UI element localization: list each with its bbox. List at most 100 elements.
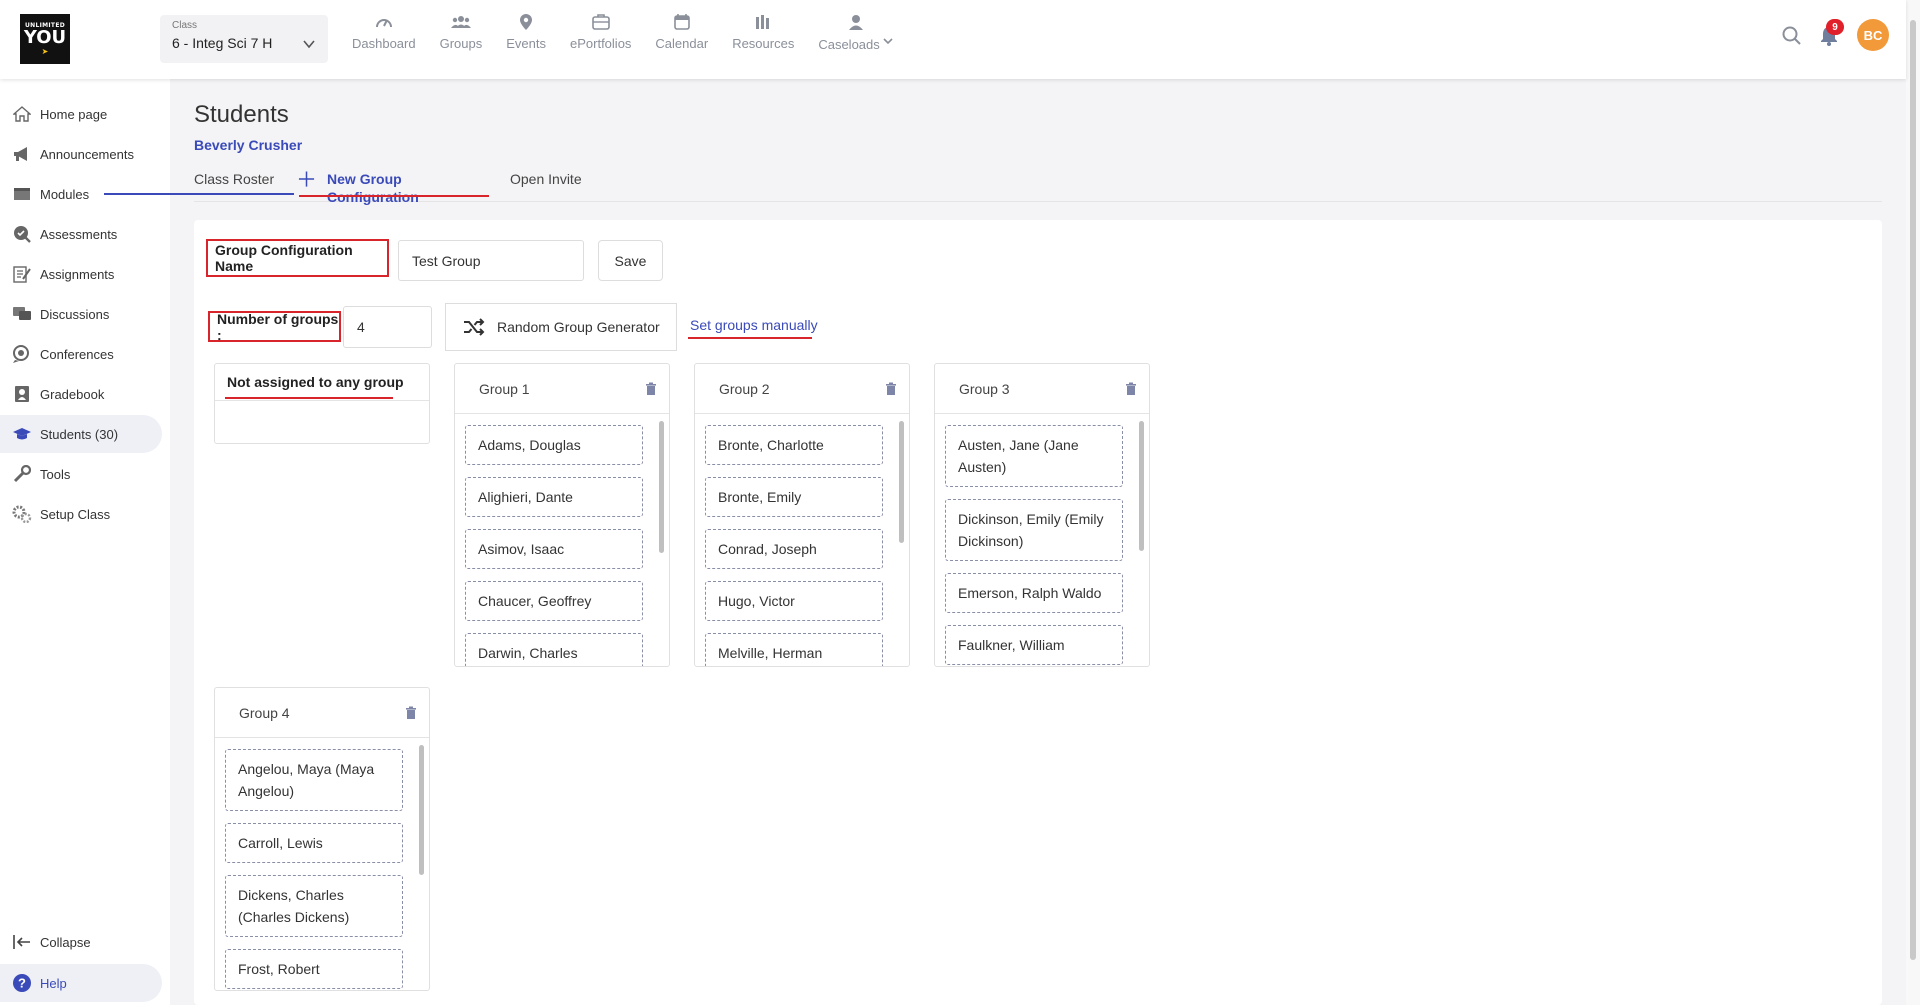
group-scrollbar[interactable] [659,421,664,553]
collapse-button[interactable]: Collapse [0,923,162,961]
nav-caseloads-label: Caseloads [818,36,880,52]
gears-icon [12,504,32,524]
student-chip[interactable]: Bronte, Emily [705,477,883,517]
nav-calendar-label: Calendar [655,36,709,51]
nav-resources[interactable]: Resources [720,14,806,52]
search-icon[interactable] [1782,26,1802,46]
app-logo[interactable]: UNLIMITED YOU ➤ [20,14,70,64]
student-chip[interactable]: Adams, Douglas [465,425,643,465]
tab-class-roster[interactable]: Class Roster [194,170,274,201]
sidebar-item-tools[interactable]: Tools [0,455,162,493]
student-chip[interactable]: Conrad, Joseph [705,529,883,569]
random-group-generator-label: Random Group Generator [497,319,660,335]
sidebar-item-label: Gradebook [40,386,105,402]
sidebar-item-assignments[interactable]: Assignments [0,255,162,293]
student-chip[interactable]: Dickens, Charles (Charles Dickens) [225,875,403,937]
page-scrollbar-thumb[interactable] [1910,20,1916,960]
nav-calendar[interactable]: Calendar [643,14,720,52]
help-button[interactable]: ? Help [0,964,162,1002]
sidebar-item-announcements[interactable]: Announcements [0,135,162,173]
sidebar: Home page Announcements Modules Assessme… [0,79,170,1005]
sidebar-item-label: Discussions [40,306,110,322]
group-title: Group 2 [695,364,909,414]
sidebar-item-setup-class[interactable]: Setup Class [0,495,162,533]
sidebar-item-label: Setup Class [40,506,111,522]
group-title: Group 1 [455,364,669,414]
group-scrollbar[interactable] [419,745,424,875]
calendar-icon [673,14,690,30]
nav-dashboard[interactable]: Dashboard [340,14,428,52]
assessments-icon [12,224,32,244]
avatar[interactable]: BC [1857,19,1889,51]
sidebar-item-gradebook[interactable]: Gradebook [0,375,162,413]
logo-text-main: YOU [23,27,67,48]
page-title: Students [194,101,289,128]
nav-groups[interactable]: Groups [428,14,495,52]
class-selector[interactable]: Class 6 - Integ Sci 7 H [160,15,328,63]
annotation-underline [688,337,812,339]
sidebar-item-assessments[interactable]: Assessments [0,215,162,253]
home-icon [12,104,32,124]
chevron-down-icon [883,38,893,45]
nav-events-label: Events [506,36,546,51]
tools-icon [12,464,32,484]
group-card[interactable]: Group 3 Austen, Jane (Jane Austen) Dicki… [934,363,1150,667]
nav-caseloads[interactable]: Caseloads [806,14,904,52]
sidebar-item-conferences[interactable]: Conferences [0,335,162,373]
trash-icon[interactable] [885,382,897,396]
top-bar: UNLIMITED YOU ➤ Class 6 - Integ Sci 7 H … [0,0,1906,79]
sidebar-item-label: Assignments [40,266,115,282]
student-chip[interactable]: Austen, Jane (Jane Austen) [945,425,1123,487]
dashboard-icon [375,19,392,28]
student-chip[interactable]: Hugo, Victor [705,581,883,621]
help-label: Help [40,975,67,991]
group-scrollbar[interactable] [899,421,904,543]
modules-icon [12,184,32,204]
config-name-input[interactable]: Test Group [398,240,584,281]
tab-open-invite[interactable]: Open Invite [510,170,582,201]
student-chip[interactable]: Dickinson, Emily (Emily Dickinson) [945,499,1123,561]
unassigned-title: Not assigned to any group [215,364,429,401]
nav-events[interactable]: Events [494,14,558,52]
group-card[interactable]: Group 1 Adams, Douglas Alighieri, Dante … [454,363,670,667]
group-card[interactable]: Group 2 Bronte, Charlotte Bronte, Emily … [694,363,910,667]
gradebook-icon [12,384,32,404]
student-chip[interactable]: Frost, Robert [225,949,403,989]
trash-icon[interactable] [645,382,657,396]
save-button[interactable]: Save [598,240,663,281]
page-subtitle[interactable]: Beverly Crusher [194,137,302,153]
trash-icon[interactable] [405,706,417,720]
shuffle-icon [464,318,485,336]
nav-resources-label: Resources [732,36,795,51]
sidebar-item-label: Students (30) [40,426,119,442]
assignments-icon [12,264,32,284]
student-chip[interactable]: Emerson, Ralph Waldo [945,573,1123,613]
num-groups-input[interactable]: 4 [343,306,432,348]
student-chip[interactable]: Darwin, Charles [465,633,643,666]
class-selector-caption: Class [172,20,198,31]
group-card[interactable]: Group 4 Angelou, Maya (Maya Angelou) Car… [214,687,430,991]
class-selector-value: 6 - Integ Sci 7 H [172,35,273,51]
sidebar-item-home[interactable]: Home page [0,95,162,133]
student-chip[interactable]: Carroll, Lewis [225,823,403,863]
sidebar-item-label: Assessments [40,226,118,242]
student-chip[interactable]: Alighieri, Dante [465,477,643,517]
group-scrollbar[interactable] [1139,421,1144,551]
student-chip[interactable]: Asimov, Isaac [465,529,643,569]
student-chip[interactable]: Chaucer, Geoffrey [465,581,643,621]
notification-badge: 9 [1826,19,1844,35]
student-chip[interactable]: Melville, Herman [705,633,883,666]
unassigned-card[interactable]: Not assigned to any group [214,363,430,444]
student-chip[interactable]: Angelou, Maya (Maya Angelou) [225,749,403,811]
nav-eportfolios[interactable]: ePortfolios [558,14,643,52]
logo-mark-icon: ➤ [41,47,49,56]
student-chip[interactable]: Bronte, Charlotte [705,425,883,465]
student-chip[interactable]: Faulkner, William [945,625,1123,665]
set-groups-manually-link[interactable]: Set groups manually [690,317,818,333]
sidebar-item-students[interactable]: Students (30) [0,415,162,453]
group-title: Group 3 [935,364,1149,414]
group-configuration-panel: Group Configuration Name Test Group Save… [194,220,1882,1005]
random-group-generator-button[interactable]: Random Group Generator [445,303,677,351]
trash-icon[interactable] [1125,382,1137,396]
sidebar-item-discussions[interactable]: Discussions [0,295,162,333]
